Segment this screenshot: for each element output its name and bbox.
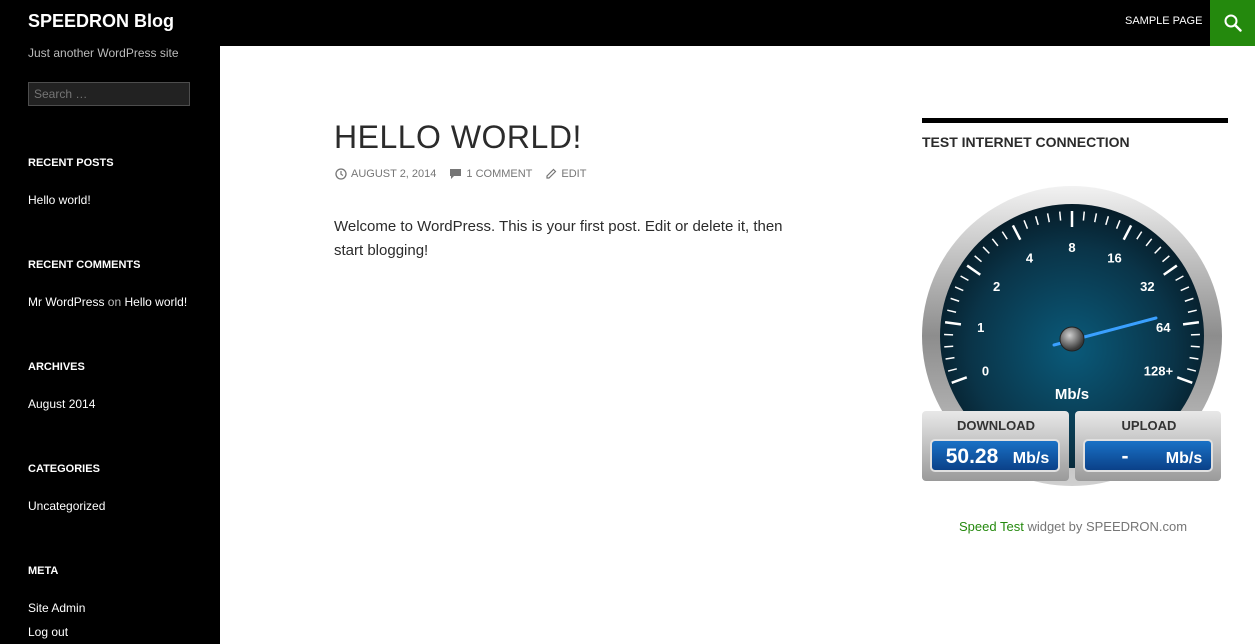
meta-title: Meta [28, 565, 59, 577]
recent-comments-title: Recent Comments [28, 259, 141, 271]
post-edit[interactable]: Edit [545, 168, 586, 180]
site-title[interactable]: SPEEDRON Blog [28, 11, 174, 32]
gauge-tick [1082, 211, 1086, 221]
gauge-tick-label: 1 [977, 320, 984, 335]
post-date[interactable]: August 2, 2014 [335, 168, 436, 180]
page: SPEEDRON Blog Just another WordPress sit… [0, 0, 1255, 644]
clock-icon [335, 168, 347, 180]
gauge-tick-label: 128+ [1144, 363, 1174, 378]
search-input[interactable] [28, 82, 190, 106]
upload-label: UPLOAD [1122, 418, 1177, 433]
search-toggle-button[interactable] [1210, 0, 1255, 46]
speed-widget-title: Test Internet Connection [922, 134, 1130, 150]
gauge-tick [1190, 345, 1200, 348]
site-admin-link[interactable]: Site Admin [28, 601, 85, 615]
post-content: Welcome to WordPress. This is your first… [334, 218, 783, 259]
gauge-tick [944, 345, 954, 348]
gauge-tick-label: 32 [1140, 279, 1154, 294]
gauge-unit: Mb/s [1055, 386, 1089, 403]
download-unit: Mb/s [1013, 450, 1050, 467]
gauge-tick [1058, 211, 1062, 221]
post-title[interactable]: Hello world! [334, 119, 582, 156]
speed-gauge[interactable]: 0 1 2 4 8 16 32 64 128+ Mb/s DOWNLOAD 50.28 Mb/s… [918, 186, 1228, 486]
post-date-text[interactable]: August 2, 2014 [351, 168, 436, 180]
comment-author-link[interactable]: Mr WordPress [28, 295, 104, 309]
recent-comment-item: Mr WordPress on Hello world! [28, 295, 187, 309]
post-comments[interactable]: 1 Comment [449, 168, 532, 180]
gauge-hub [1059, 326, 1085, 352]
gauge-tick-label: 64 [1156, 320, 1171, 335]
download-value: 50.28 [946, 445, 999, 468]
speed-test-link[interactable]: Speed Test [959, 519, 1024, 534]
site-description: Just another WordPress site [28, 46, 179, 60]
gauge-tick-label: 16 [1107, 250, 1121, 265]
archives-title: Archives [28, 361, 85, 373]
post-meta: August 2, 2014 1 Comment Edit [335, 168, 599, 180]
gauge-tick-label: 8 [1068, 240, 1075, 255]
gauge-tick-label: 0 [982, 363, 989, 378]
recent-post-link[interactable]: Hello world! [28, 193, 91, 207]
gauge-tick-label: 2 [993, 279, 1000, 294]
log-out-link[interactable]: Log out [28, 625, 68, 639]
top-navigation-bar: Sample Page [220, 0, 1255, 46]
recent-posts-title: Recent Posts [28, 157, 114, 169]
widget-credit: Speed Test widget by SPEEDRON.com [959, 519, 1187, 534]
category-link[interactable]: Uncategorized [28, 499, 105, 513]
gauge-tick-label: 4 [1026, 250, 1034, 265]
categories-title: Categories [28, 463, 100, 475]
nav-sample-page[interactable]: Sample Page [1125, 15, 1202, 27]
post-comments-link[interactable]: 1 Comment [466, 168, 532, 180]
comment-on-text: on [107, 295, 122, 309]
credit-text: widget by SPEEDRON.com [1027, 519, 1188, 534]
upload-value: - [1122, 445, 1129, 468]
archive-link[interactable]: August 2014 [28, 397, 95, 411]
sidebar: SPEEDRON Blog Just another WordPress sit… [0, 0, 220, 644]
search-icon [1224, 14, 1242, 32]
comment-icon [450, 169, 462, 179]
download-label: DOWNLOAD [957, 418, 1035, 433]
pencil-icon [546, 168, 557, 179]
comment-post-link[interactable]: Hello world! [125, 295, 188, 309]
speed-gauge-graphic: 0 1 2 4 8 16 32 64 128+ Mb/s DOWNLOAD 50.28 Mb/s… [922, 186, 1222, 486]
post-edit-link[interactable]: Edit [561, 168, 586, 180]
upload-unit: Mb/s [1166, 450, 1203, 467]
widget-divider [922, 118, 1228, 123]
